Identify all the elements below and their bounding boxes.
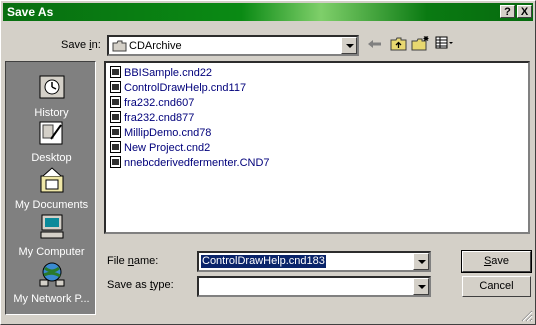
chevron-down-icon[interactable]	[341, 37, 357, 54]
file-name-field[interactable]: ControlDrawHelp.cnd183	[197, 251, 431, 272]
list-item[interactable]: nnebcderivedfermenter.CND7	[110, 156, 270, 170]
save-as-type-label: Save as type:	[107, 279, 174, 291]
places-my-network-label: My Network P...	[13, 293, 90, 305]
chevron-down-icon[interactable]	[413, 278, 429, 295]
save-in-dropdown[interactable]: CDArchive	[107, 35, 359, 56]
my-documents-icon	[40, 167, 63, 193]
history-icon	[39, 75, 64, 99]
cancel-button[interactable]: Cancel	[462, 276, 531, 297]
new-folder-icon[interactable]	[411, 35, 431, 51]
file-name-value: ControlDrawHelp.cnd183	[201, 255, 326, 268]
save-as-type-dropdown[interactable]	[197, 276, 431, 297]
help-button[interactable]: ?	[500, 5, 515, 18]
list-item[interactable]: BBISample.cnd22	[110, 66, 212, 80]
places-desktop[interactable]: Desktop	[6, 119, 97, 164]
save-in-label: Save in:	[61, 39, 101, 51]
list-item[interactable]: fra232.cnd877	[110, 111, 194, 125]
save-as-dialog: Save As ? X Save in: CDArchive History D…	[0, 0, 536, 325]
places-my-network[interactable]: My Network P...	[6, 260, 97, 305]
file-icon	[110, 66, 121, 78]
close-button[interactable]: X	[517, 5, 532, 18]
list-item[interactable]: ControlDrawHelp.cnd117	[110, 81, 246, 95]
file-icon	[110, 141, 121, 153]
my-computer-icon	[40, 214, 63, 239]
desktop-icon	[39, 121, 62, 145]
places-my-documents-label: My Documents	[14, 199, 89, 211]
file-name-label: File name:	[107, 255, 159, 267]
file-icon	[110, 126, 121, 138]
places-bar: History Desktop My Documents My Computer…	[5, 61, 96, 315]
places-my-computer[interactable]: My Computer	[6, 213, 97, 258]
my-network-places-icon	[39, 262, 64, 287]
chevron-down-icon[interactable]	[413, 253, 429, 270]
file-icon	[110, 96, 121, 108]
file-icon	[110, 156, 121, 168]
list-item[interactable]: MillipDemo.cnd78	[110, 126, 211, 140]
list-item[interactable]: New Project.cnd2	[110, 141, 210, 155]
places-history-label: History	[34, 107, 69, 119]
places-history[interactable]: History	[6, 74, 97, 119]
file-list[interactable]: BBISample.cnd22 ControlDrawHelp.cnd117 f…	[104, 61, 530, 234]
save-in-value: CDArchive	[129, 40, 182, 52]
resize-grip[interactable]	[521, 310, 533, 322]
save-button[interactable]: Save	[461, 250, 532, 273]
places-desktop-label: Desktop	[31, 152, 72, 164]
dialog-title: Save As	[7, 5, 54, 19]
back-arrow-icon[interactable]	[367, 38, 383, 50]
places-my-documents[interactable]: My Documents	[6, 166, 97, 211]
list-item[interactable]: fra232.cnd607	[110, 96, 194, 110]
folder-icon	[112, 40, 127, 52]
places-my-computer-label: My Computer	[18, 246, 85, 258]
file-icon	[110, 81, 121, 93]
title-bar: Save As ? X	[3, 3, 533, 21]
file-icon	[110, 111, 121, 123]
view-menu-icon[interactable]	[435, 36, 455, 50]
up-folder-icon[interactable]	[390, 36, 408, 51]
